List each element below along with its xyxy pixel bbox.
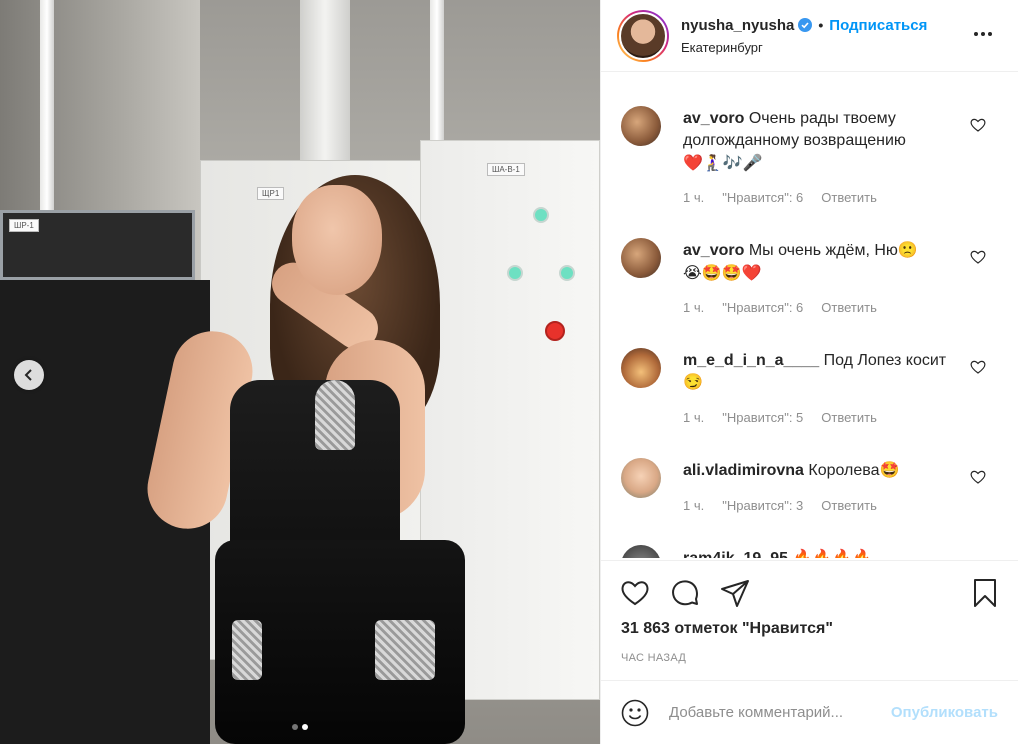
comment-item: av_voro Мы очень ждём, Ню🙁 😭🤩🤩❤️ 1 ч. "Н… xyxy=(621,236,1002,315)
reply-button[interactable]: Ответить xyxy=(821,410,877,425)
reply-button[interactable]: Ответить xyxy=(821,190,877,205)
post-time[interactable]: ЧАС НАЗАД xyxy=(621,652,686,664)
comment-item: ali.vladimirovna Королева🤩 1 ч. "Нравитс… xyxy=(621,456,1002,513)
likes-count[interactable]: 31 863 отметок "Нравится" xyxy=(621,620,833,638)
photo-sparkle-top xyxy=(315,380,355,450)
photo-face xyxy=(292,185,382,295)
post-header: nyusha_nyusha • Подписаться Екатеринбург xyxy=(601,0,1018,72)
comment-emoji: 😭🤩🤩❤️ xyxy=(683,263,762,282)
verified-badge-icon xyxy=(798,18,813,32)
comment-item: av_voro Очень рады твоему долгожданному … xyxy=(621,104,1002,205)
reply-button[interactable]: Ответить xyxy=(821,300,877,315)
indicator-lamp xyxy=(559,265,575,281)
author-avatar[interactable] xyxy=(617,9,669,62)
comment-text: Мы очень ждём, Ню🙁 xyxy=(748,242,918,259)
commenter-username[interactable]: av_voro xyxy=(683,242,744,259)
commenter-avatar[interactable] xyxy=(621,106,661,146)
comment-time[interactable]: 1 ч. xyxy=(683,410,704,425)
heart-icon[interactable] xyxy=(970,360,986,374)
heart-icon[interactable] xyxy=(970,250,986,264)
add-comment-bar: Опубликовать xyxy=(601,680,1018,744)
post-sidebar: nyusha_nyusha • Подписаться Екатеринбург… xyxy=(600,0,1018,744)
author-username[interactable]: nyusha_nyusha xyxy=(681,17,794,34)
comment-item: m_e_d_i_n_a____ Под Лопез косит😏 1 ч. "Н… xyxy=(621,346,1002,425)
comment-likes[interactable]: "Нравится": 5 xyxy=(722,410,803,425)
carousel-dot-active xyxy=(302,724,308,730)
comment-likes[interactable]: "Нравится": 3 xyxy=(722,498,803,513)
carousel-prev-button[interactable] xyxy=(14,360,44,390)
comment-time[interactable]: 1 ч. xyxy=(683,300,704,315)
commenter-username[interactable]: m_e_d_i_n_a____ xyxy=(683,352,819,369)
post-comment-button[interactable]: Опубликовать xyxy=(891,704,998,721)
commenter-avatar[interactable] xyxy=(621,458,661,498)
chevron-left-icon xyxy=(24,369,32,381)
indicator-lamp xyxy=(533,207,549,223)
comment-emoji: ❤️🧎‍♀️🎶🎤 xyxy=(683,153,763,172)
commenter-avatar[interactable] xyxy=(621,348,661,388)
comment-likes[interactable]: "Нравится": 6 xyxy=(722,300,803,315)
more-options-icon[interactable] xyxy=(974,32,998,40)
carousel-dot xyxy=(292,724,298,730)
carousel-indicator xyxy=(0,724,600,730)
paper-plane-icon[interactable] xyxy=(719,577,751,609)
photo-pipe xyxy=(430,0,444,140)
separator-bullet: • xyxy=(818,17,824,33)
post-location[interactable]: Екатеринбург xyxy=(681,40,927,55)
commenter-username[interactable]: ali.vladimirovna xyxy=(683,462,804,479)
amp-label: ШР-1 xyxy=(9,219,39,232)
comment-input[interactable] xyxy=(669,704,891,721)
commenter-username[interactable]: ram4ik_19_95 xyxy=(683,550,788,558)
follow-button[interactable]: Подписаться xyxy=(829,17,927,34)
comment-text: Королева🤩 xyxy=(808,462,900,479)
cabinet-label: ЩР1 xyxy=(257,187,285,200)
indicator-lamp xyxy=(507,265,523,281)
post-photo[interactable]: ЩР1 ША-В-1 ШР-1 xyxy=(0,0,600,744)
heart-icon[interactable] xyxy=(970,470,986,484)
comment-likes[interactable]: "Нравится": 6 xyxy=(722,190,803,205)
commenter-avatar[interactable] xyxy=(621,238,661,278)
comment-time[interactable]: 1 ч. xyxy=(683,190,704,205)
cabinet-label: ША-В-1 xyxy=(487,163,525,176)
comment-icon[interactable] xyxy=(669,577,701,609)
photo-sparkle-trim xyxy=(375,620,435,680)
reply-button[interactable]: Ответить xyxy=(821,498,877,513)
commenter-username[interactable]: av_voro xyxy=(683,110,744,127)
photo-amplifier-case: ШР-1 xyxy=(0,210,195,280)
photo-sparkle-trim xyxy=(232,620,262,680)
comment-item: ram4ik_19_95 🔥🔥🔥🔥 xyxy=(621,543,1002,558)
commenter-avatar[interactable] xyxy=(621,545,661,558)
comment-text: 🔥🔥🔥🔥 xyxy=(792,548,873,558)
heart-icon[interactable] xyxy=(970,118,986,132)
comments-list[interactable]: av_voro Очень рады твоему долгожданному … xyxy=(621,88,1002,558)
smiley-icon[interactable] xyxy=(621,699,649,727)
heart-icon[interactable] xyxy=(619,577,651,609)
post-actions-bar xyxy=(601,560,1018,620)
comment-time[interactable]: 1 ч. xyxy=(683,498,704,513)
emergency-button xyxy=(545,321,565,341)
bookmark-icon[interactable] xyxy=(969,577,1001,609)
